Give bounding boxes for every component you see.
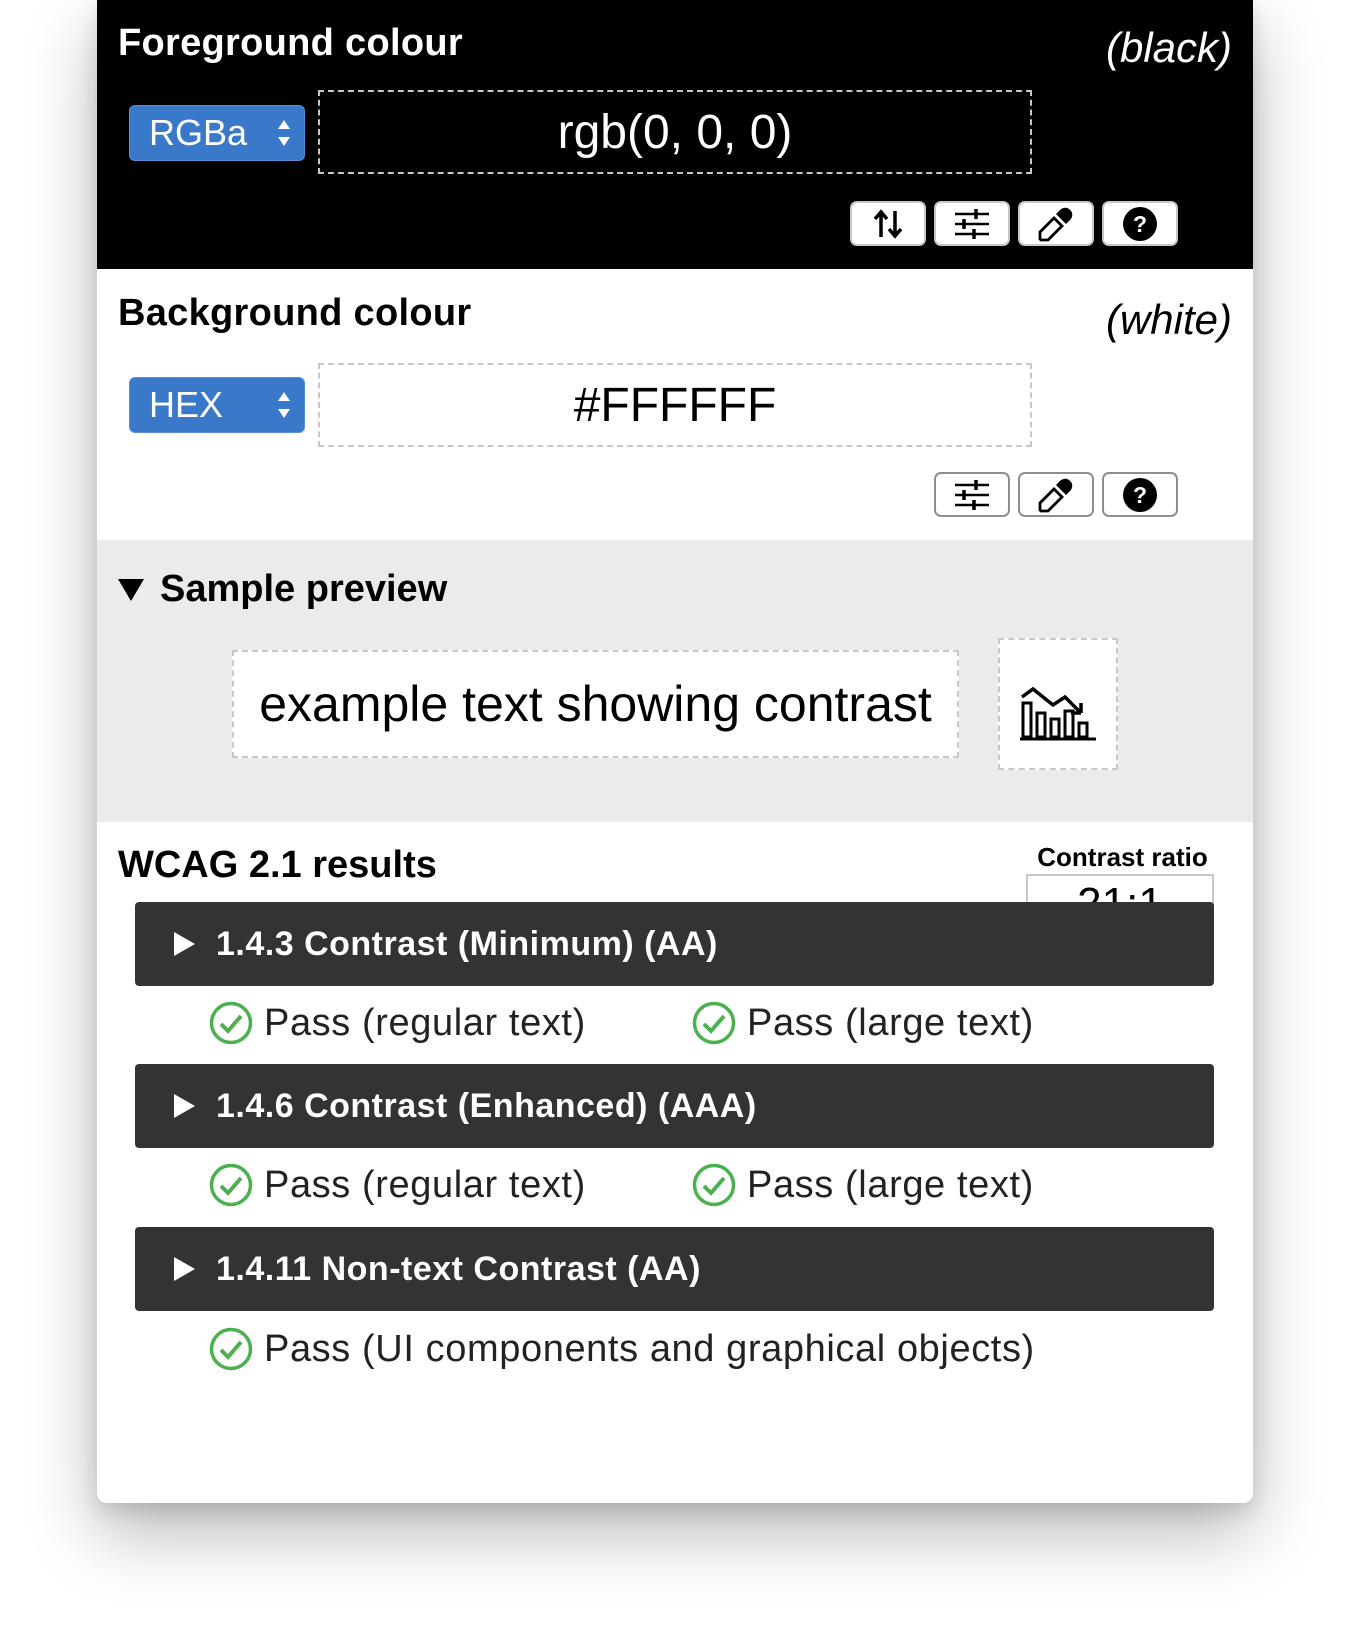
pass-result-label: Pass (large text) bbox=[747, 1001, 1034, 1044]
triangle-right-icon bbox=[174, 1094, 195, 1118]
wcag-results-section: WCAG 2.1 results Contrast ratio 21:1 1.4… bbox=[97, 822, 1253, 1503]
foreground-title: Foreground colour bbox=[118, 22, 463, 64]
background-colour-input[interactable]: #FFFFFF bbox=[318, 363, 1032, 447]
check-circle-icon bbox=[209, 1327, 253, 1371]
pass-result: Pass (large text) bbox=[692, 1001, 1034, 1045]
colour-contrast-analyser-window: Foreground colour (black) RGBa rgb(0, 0,… bbox=[97, 0, 1253, 1503]
sample-preview-toggle[interactable]: Sample preview bbox=[118, 568, 447, 611]
pass-result: Pass (regular text) bbox=[209, 1163, 586, 1207]
background-title: Background colour bbox=[118, 292, 472, 334]
check-circle-icon bbox=[209, 1001, 253, 1045]
triangle-down-icon bbox=[118, 578, 144, 601]
criterion-1-4-3-toggle[interactable]: 1.4.3 Contrast (Minimum) (AA) bbox=[135, 902, 1214, 986]
check-circle-icon bbox=[692, 1001, 736, 1045]
pass-result: Pass (large text) bbox=[692, 1163, 1034, 1207]
svg-text:?: ? bbox=[1133, 482, 1147, 508]
sample-preview-title: Sample preview bbox=[160, 568, 448, 610]
background-colour-name: (white) bbox=[1105, 296, 1232, 343]
select-arrows-icon bbox=[278, 392, 290, 418]
foreground-format-select[interactable]: RGBa bbox=[129, 105, 305, 161]
svg-text:?: ? bbox=[1133, 211, 1147, 237]
pass-result-label: Pass (regular text) bbox=[264, 1001, 586, 1044]
chart-icon bbox=[1020, 686, 1096, 741]
criterion-label: 1.4.6 Contrast (Enhanced) (AAA) bbox=[216, 1086, 757, 1125]
foreground-help-button[interactable]: ? bbox=[1102, 201, 1178, 246]
foreground-colour-input[interactable]: rgb(0, 0, 0) bbox=[318, 90, 1032, 174]
background-section: Background colour (white) HEX #FFFFFF ? bbox=[97, 269, 1253, 540]
pass-result-label: Pass (regular text) bbox=[264, 1163, 586, 1206]
sample-graphic-box bbox=[998, 638, 1118, 770]
triangle-right-icon bbox=[174, 1257, 195, 1281]
criterion-label: 1.4.11 Non-text Contrast (AA) bbox=[216, 1249, 701, 1288]
eyedropper-icon bbox=[1038, 207, 1073, 241]
background-eyedropper-button[interactable] bbox=[1018, 472, 1094, 517]
swap-icon bbox=[873, 208, 903, 239]
contrast-ratio-label: Contrast ratio bbox=[1037, 842, 1208, 872]
pass-result-label: Pass (large text) bbox=[747, 1163, 1034, 1206]
foreground-section: Foreground colour (black) RGBa rgb(0, 0,… bbox=[97, 0, 1253, 269]
foreground-eyedropper-button[interactable] bbox=[1018, 201, 1094, 246]
pass-result: Pass (regular text) bbox=[209, 1001, 586, 1045]
swap-colours-button[interactable] bbox=[850, 201, 926, 246]
background-format-select[interactable]: HEX bbox=[129, 377, 305, 433]
pass-result-label: Pass (UI components and graphical object… bbox=[264, 1327, 1035, 1370]
check-circle-icon bbox=[692, 1163, 736, 1207]
eyedropper-icon bbox=[1038, 478, 1073, 512]
help-icon: ? bbox=[1123, 477, 1157, 512]
check-circle-icon bbox=[209, 1163, 253, 1207]
help-icon: ? bbox=[1123, 206, 1157, 241]
background-sliders-button[interactable] bbox=[934, 472, 1010, 517]
foreground-colour-name: (black) bbox=[1105, 24, 1232, 71]
sliders-icon bbox=[955, 208, 989, 239]
background-help-button[interactable]: ? bbox=[1102, 472, 1178, 517]
select-arrows-icon bbox=[278, 120, 290, 146]
foreground-format-value: RGBa bbox=[149, 112, 248, 153]
sample-text-box: example text showing contrast bbox=[232, 650, 959, 758]
sample-preview-section: Sample preview example text showing cont… bbox=[97, 540, 1253, 822]
criterion-label: 1.4.3 Contrast (Minimum) (AA) bbox=[216, 924, 718, 963]
criterion-1-4-6-toggle[interactable]: 1.4.6 Contrast (Enhanced) (AAA) bbox=[135, 1064, 1214, 1148]
triangle-right-icon bbox=[174, 932, 195, 956]
criterion-1-4-11-toggle[interactable]: 1.4.11 Non-text Contrast (AA) bbox=[135, 1227, 1214, 1311]
results-title: WCAG 2.1 results bbox=[118, 844, 437, 886]
pass-result: Pass (UI components and graphical object… bbox=[209, 1327, 1035, 1371]
sliders-icon bbox=[955, 479, 989, 510]
foreground-sliders-button[interactable] bbox=[934, 201, 1010, 246]
background-format-value: HEX bbox=[149, 384, 224, 425]
